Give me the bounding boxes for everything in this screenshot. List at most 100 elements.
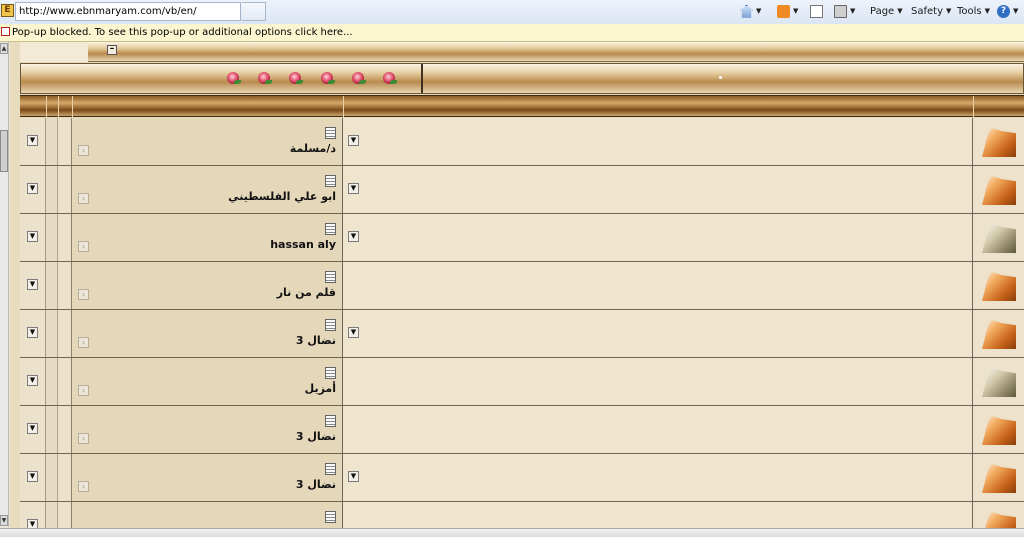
row-options-cell: ▼ xyxy=(20,214,46,261)
author-name[interactable]: hassan aly xyxy=(270,238,336,251)
last-post-author-cell: › ابو علي الفلسطيني xyxy=(72,166,343,213)
go-to-post-icon[interactable]: › xyxy=(78,145,89,156)
print-button[interactable]: ▼ xyxy=(834,2,855,20)
row-options-cell: ▼ xyxy=(20,502,46,528)
row-gutter xyxy=(58,262,72,309)
author-name[interactable]: نضال 3 xyxy=(296,430,336,443)
row-gutter xyxy=(58,118,72,165)
thread-row: ▼ › xyxy=(20,502,1024,528)
home-button[interactable]: ▼ xyxy=(740,2,761,20)
scroll-up-icon[interactable]: ▲ xyxy=(0,43,8,54)
thread-title-cell: ▼ xyxy=(343,214,973,261)
chevron-down-icon: ▼ xyxy=(1013,7,1019,15)
chevron-down-icon[interactable]: ▼ xyxy=(793,7,798,15)
arrow-down-icon[interactable]: ▼ xyxy=(27,423,38,434)
page-icon xyxy=(325,127,336,139)
rose-icon xyxy=(383,72,397,84)
forum-page: – ▼ › د/مسلمة ▼ ▼ › ابو علي الفلسطيني ▼ … xyxy=(10,42,1024,528)
folder-old-icon xyxy=(982,368,1016,397)
arrow-down-icon[interactable]: ▼ xyxy=(348,231,359,242)
row-options-cell: ▼ xyxy=(20,118,46,165)
arrow-down-icon[interactable]: ▼ xyxy=(27,279,38,290)
page-icon xyxy=(325,367,336,379)
page-icon xyxy=(325,511,336,523)
safety-menu-button[interactable]: Safety ▼ xyxy=(911,2,951,20)
new-tab-button[interactable] xyxy=(242,2,266,21)
author-name[interactable]: قلم من نار xyxy=(277,286,336,299)
chevron-down-icon: ▼ xyxy=(984,7,991,15)
arrow-down-icon[interactable]: ▼ xyxy=(348,135,359,146)
popup-blocked-bar[interactable]: Pop-up blocked. To see this pop-up or ad… xyxy=(0,24,1024,42)
rose-icon xyxy=(352,72,366,84)
last-post-author-cell: › قلم من نار xyxy=(72,262,343,309)
last-post-author-cell: › أمزيل xyxy=(72,358,343,405)
scroll-thumb[interactable] xyxy=(0,130,8,172)
arrow-down-icon[interactable]: ▼ xyxy=(27,231,38,242)
page-menu-button[interactable]: Page ▼ xyxy=(870,2,903,20)
author-name[interactable]: د/مسلمة xyxy=(290,142,336,155)
thread-title-cell: ▼ xyxy=(343,118,973,165)
rose-icon xyxy=(321,72,335,84)
thread-row: ▼ › د/مسلمة ▼ xyxy=(20,118,1024,166)
thread-row: ▼ › ابو علي الفلسطيني ▼ xyxy=(20,166,1024,214)
go-to-post-icon[interactable]: › xyxy=(78,289,89,300)
arrow-down-icon[interactable]: ▼ xyxy=(27,471,38,482)
arrow-down-icon[interactable]: ▼ xyxy=(27,519,38,528)
thread-list-header xyxy=(20,95,1024,117)
header-separator xyxy=(46,96,47,117)
arrow-down-icon[interactable]: ▼ xyxy=(348,327,359,338)
page-icon xyxy=(325,271,336,283)
go-to-post-icon[interactable]: › xyxy=(78,241,89,252)
popup-blocked-icon xyxy=(1,27,10,36)
row-gutter xyxy=(46,406,58,453)
arrow-down-icon[interactable]: ▼ xyxy=(348,471,359,482)
folder-new-icon xyxy=(982,512,1016,528)
go-to-post-icon[interactable]: › xyxy=(78,193,89,204)
last-post-author-cell: › د/مسلمة xyxy=(72,118,343,165)
scroll-down-icon[interactable]: ▼ xyxy=(0,515,8,526)
arrow-down-icon[interactable]: ▼ xyxy=(348,183,359,194)
chevron-down-icon[interactable]: ▼ xyxy=(756,7,761,15)
page-icon xyxy=(325,319,336,331)
go-to-post-icon[interactable]: › xyxy=(78,337,89,348)
thread-status-cell xyxy=(973,406,1024,453)
arrow-down-icon[interactable]: ▼ xyxy=(27,183,38,194)
arrow-down-icon[interactable]: ▼ xyxy=(27,327,38,338)
tools-menu-label: Tools xyxy=(957,5,982,17)
row-gutter xyxy=(58,166,72,213)
folder-new-icon xyxy=(982,176,1016,205)
help-button[interactable]: ? ▼ xyxy=(997,2,1018,20)
page-icon xyxy=(325,223,336,235)
arrow-down-icon[interactable]: ▼ xyxy=(27,375,38,386)
thread-title-cell xyxy=(343,502,973,528)
author-name[interactable]: ابو علي الفلسطيني xyxy=(228,190,336,203)
arrow-down-icon[interactable]: ▼ xyxy=(27,135,38,146)
tools-menu-button[interactable]: Tools ▼ xyxy=(957,2,990,20)
address-bar[interactable]: http://www.ebnmaryam.com/vb/en/ xyxy=(15,2,241,21)
rose-icon xyxy=(227,72,241,84)
author-name[interactable]: نضال 3 xyxy=(296,478,336,491)
chevron-down-icon[interactable]: ▼ xyxy=(850,7,855,15)
thread-title-cell: ▼ xyxy=(343,166,973,213)
header-separator xyxy=(72,96,73,117)
collapse-icon[interactable]: – xyxy=(107,45,117,55)
author-name[interactable]: أمزيل xyxy=(305,382,336,395)
thread-status-cell xyxy=(973,118,1024,165)
header-separator xyxy=(58,96,59,117)
row-gutter xyxy=(58,454,72,501)
help-icon: ? xyxy=(997,4,1010,18)
header-separator xyxy=(973,96,974,117)
browser-status-bar xyxy=(0,528,1024,537)
go-to-post-icon[interactable]: › xyxy=(78,481,89,492)
top-strip-panel xyxy=(20,42,88,62)
read-mail-button[interactable] xyxy=(810,2,823,20)
feeds-button[interactable]: ▼ xyxy=(777,2,798,20)
author-name[interactable]: نضال 3 xyxy=(296,334,336,347)
go-to-post-icon[interactable]: › xyxy=(78,385,89,396)
frame-scrollbar[interactable]: ▲ ▼ xyxy=(0,42,9,527)
go-to-post-icon[interactable]: › xyxy=(78,433,89,444)
chevron-down-icon: ▼ xyxy=(897,7,903,15)
row-gutter xyxy=(46,262,58,309)
rose-icon xyxy=(289,72,303,84)
row-options-cell: ▼ xyxy=(20,358,46,405)
